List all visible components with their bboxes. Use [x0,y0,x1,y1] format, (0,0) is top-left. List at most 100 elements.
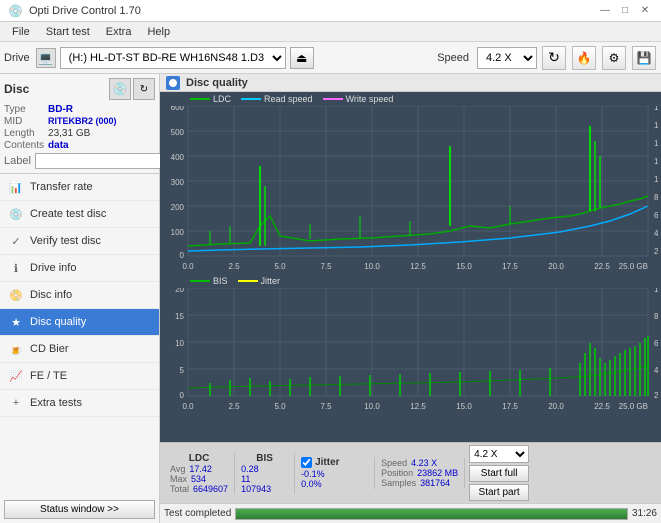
disc-controls: 💿 ↻ [109,78,155,100]
burn-button[interactable]: 🔥 [572,46,596,70]
svg-text:10.0: 10.0 [364,262,380,271]
contents-value: data [48,140,155,151]
nav-extra-tests[interactable]: + Extra tests [0,390,159,417]
save-button[interactable]: 💾 [632,46,656,70]
charts-area: LDC Read speed Write speed [160,92,661,442]
disc-icon-btn[interactable]: 💿 [109,78,131,100]
mid-label: MID [4,116,44,127]
extra-tests-icon: + [8,395,24,411]
bottom-chart-svg: 20 15 10 5 0 10% 8% 6% 4% 2% 0.0 2.5 [160,288,658,414]
top-chart-svg: 600 500 400 300 200 100 0 18X 16X 14X 12… [160,106,658,274]
bis-legend-label: BIS [213,276,228,286]
svg-text:2.5: 2.5 [228,262,240,271]
maximize-button[interactable]: □ [617,3,633,19]
disc-title: Disc [4,82,29,96]
position-row: Position 23862 MB [381,468,458,478]
position-value: 23862 MB [417,468,458,478]
menu-file[interactable]: File [4,24,38,40]
bis-total: 107943 [241,484,271,494]
svg-text:5: 5 [180,366,185,375]
svg-text:22.5: 22.5 [594,402,610,411]
toolbar: Drive 💻 (H:) HL-DT-ST BD-RE WH16NS48 1.D… [0,42,661,74]
nav-transfer-rate-label: Transfer rate [30,181,93,193]
svg-text:12.5: 12.5 [410,402,426,411]
label-row: Label ✎ [4,153,155,169]
svg-text:6X: 6X [654,211,658,220]
svg-text:8X: 8X [654,193,658,202]
nav-disc-quality[interactable]: ★ Disc quality [0,309,159,336]
title-bar: 💿 Opti Drive Control 1.70 — □ ✕ [0,0,661,22]
jitter-checkbox[interactable] [301,457,312,468]
svg-text:7.5: 7.5 [320,262,332,271]
write-speed-legend: Write speed [323,94,394,104]
speed-column: Speed 4.23 X Position 23862 MB Samples 3… [375,458,465,488]
svg-text:200: 200 [171,203,185,212]
jitter-avg-row: -0.1% [301,469,368,479]
menu-extra[interactable]: Extra [98,24,140,40]
label-label: Label [4,155,31,167]
svg-text:12X: 12X [654,157,658,166]
start-full-button[interactable]: Start full [469,465,529,482]
nav-create-test-disc[interactable]: 💿 Create test disc [0,201,159,228]
jitter-column: Jitter -0.1% 0.0% [295,457,375,489]
speed-select[interactable]: 4.2 X [477,47,537,69]
ldc-legend-color [190,98,210,100]
nav-transfer-rate[interactable]: 📊 Transfer rate [0,174,159,201]
nav-create-test-disc-label: Create test disc [30,208,106,220]
jitter-max-row: 0.0% [301,479,368,489]
nav-disc-info[interactable]: 📀 Disc info [0,282,159,309]
svg-text:25.0 GB: 25.0 GB [619,402,648,411]
nav-drive-info[interactable]: ℹ Drive info [0,255,159,282]
close-button[interactable]: ✕ [637,3,653,19]
transfer-rate-icon: 📊 [8,179,24,195]
drive-info-icon: ℹ [8,260,24,276]
svg-text:5.0: 5.0 [274,402,286,411]
settings-button[interactable]: ⚙ [602,46,626,70]
ldc-legend-label: LDC [213,94,231,104]
menu-bar: File Start test Extra Help [0,22,661,42]
nav-cd-bier[interactable]: 🍺 CD Bier [0,336,159,363]
refresh-button[interactable]: ↻ [542,46,566,70]
svg-text:20: 20 [175,288,184,294]
svg-text:12.5: 12.5 [410,262,426,271]
progress-area: Test completed 31:26 [160,503,661,523]
menu-help[interactable]: Help [139,24,178,40]
ldc-total-row: Total 6649607 [170,484,228,494]
menu-start-test[interactable]: Start test [38,24,98,40]
avg-label: Avg [170,464,185,474]
svg-text:22.5: 22.5 [594,262,610,271]
bis-legend: BIS [190,276,228,286]
bis-max-row: 11 [241,474,288,484]
status-window-btn[interactable]: Status window >> [4,500,155,519]
nav-fe-te[interactable]: 📈 FE / TE [0,363,159,390]
svg-text:300: 300 [171,178,185,187]
svg-text:400: 400 [171,153,185,162]
svg-text:10: 10 [175,339,184,348]
minimize-button[interactable]: — [597,3,613,19]
jitter-max: 0.0% [301,479,322,489]
jitter-legend-label: Jitter [261,276,281,286]
start-part-button[interactable]: Start part [469,484,529,501]
disc-refresh-btn[interactable]: ↻ [133,78,155,100]
svg-text:600: 600 [171,106,185,112]
nav-fe-te-label: FE / TE [30,370,67,382]
speed-dropdown[interactable]: 4.2 X [469,445,529,463]
bis-header: BIS [241,453,288,464]
svg-text:17.5: 17.5 [502,262,518,271]
disc-info-grid: Type BD-R MID RITEKBR2 (000) Length 23,3… [4,104,155,151]
drive-select[interactable]: (H:) HL-DT-ST BD-RE WH16NS48 1.D3 [60,47,286,69]
type-label: Type [4,104,44,115]
nav-verify-test-disc-label: Verify test disc [30,235,101,247]
read-speed-legend-label: Read speed [264,94,313,104]
progress-label: Test completed [164,508,231,519]
eject-button[interactable]: ⏏ [290,47,314,69]
dq-title: Disc quality [186,77,248,89]
progress-bar-outer [235,508,628,520]
nav-verify-test-disc[interactable]: ✓ Verify test disc [0,228,159,255]
svg-text:20.0: 20.0 [548,402,564,411]
ldc-max: 534 [191,474,206,484]
label-input[interactable] [35,153,173,169]
progress-bar-inner [236,509,627,519]
write-speed-legend-color [323,98,343,100]
svg-text:500: 500 [171,128,185,137]
